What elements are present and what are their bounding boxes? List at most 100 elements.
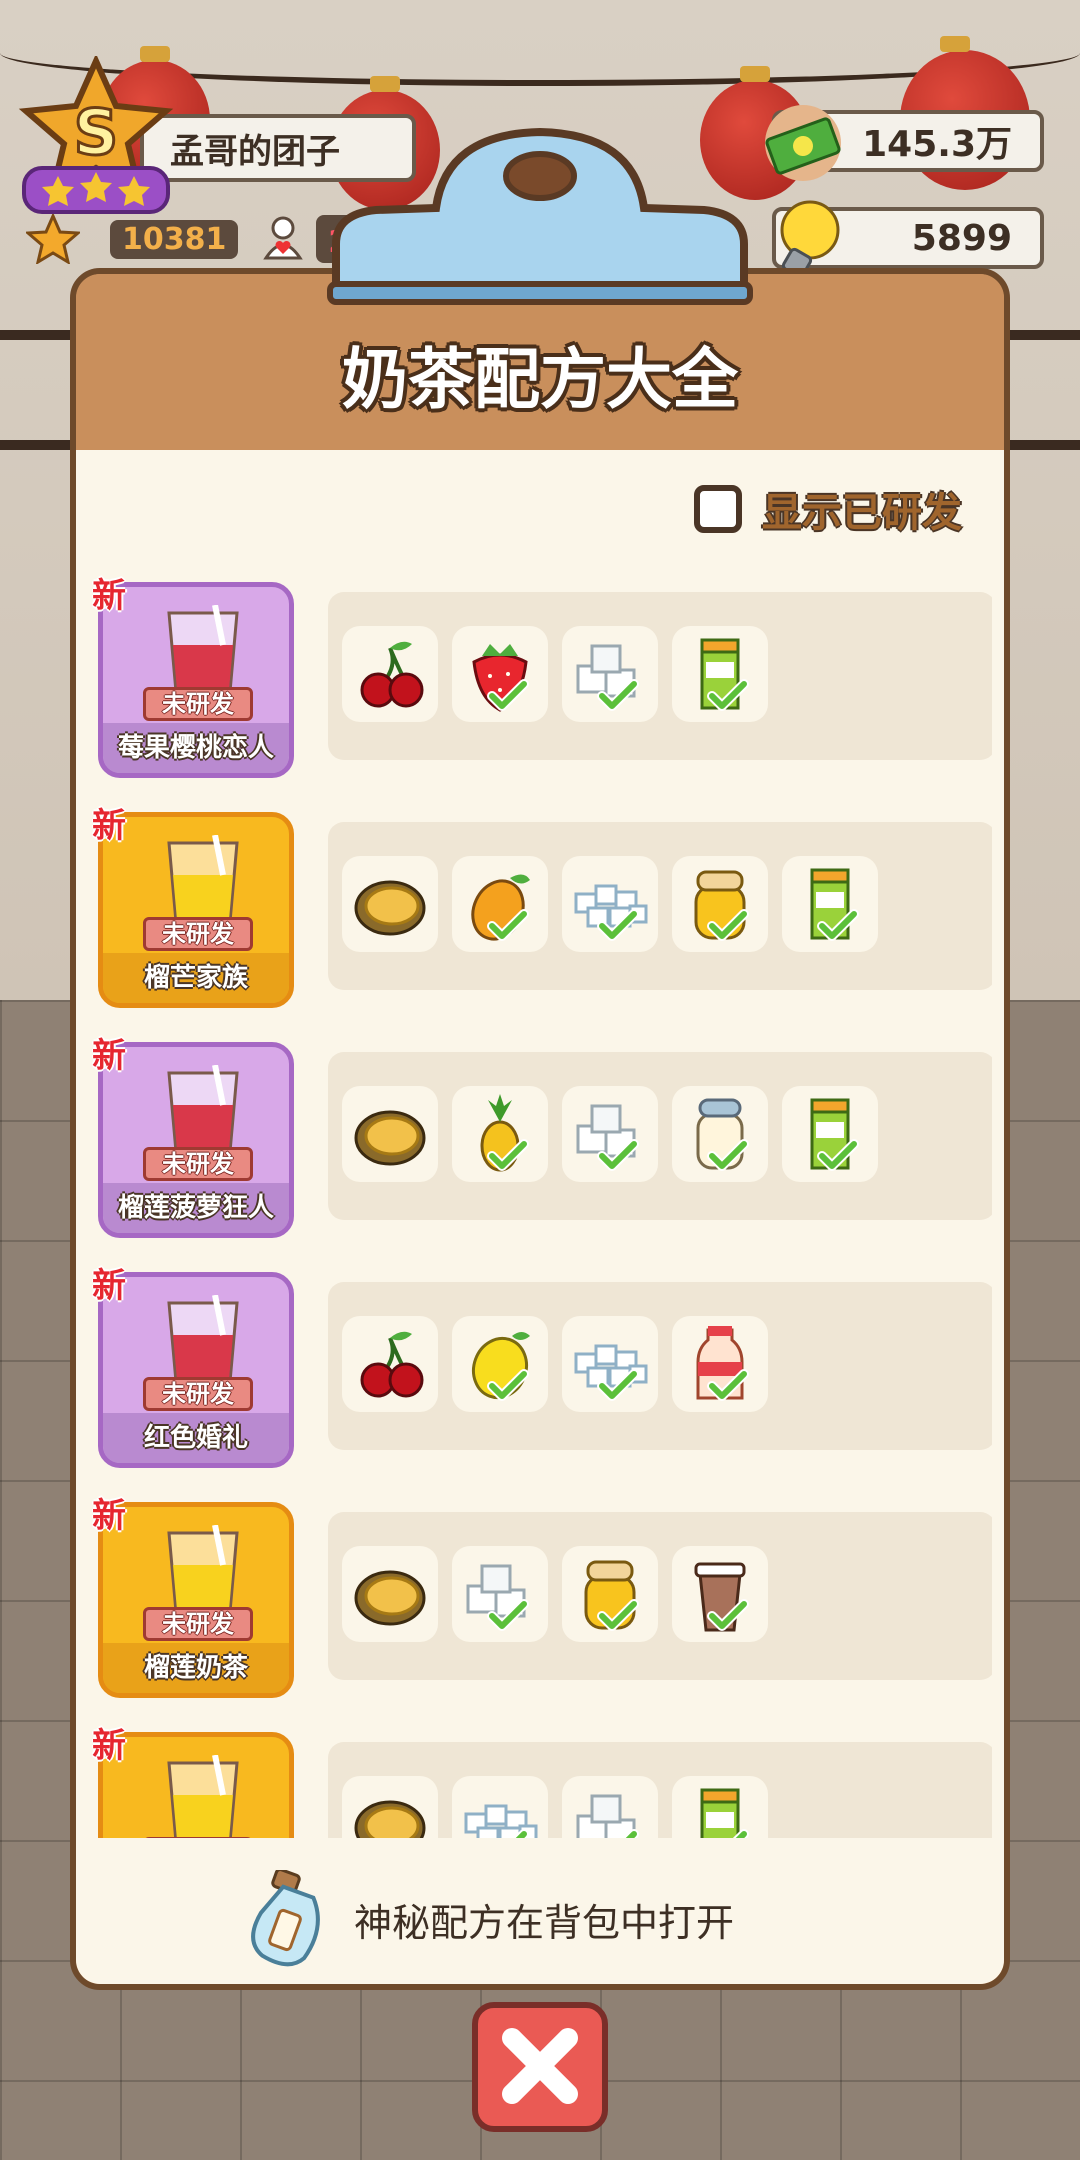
durian-icon — [354, 1110, 426, 1166]
ingredient-slot[interactable] — [452, 856, 548, 952]
ingredient-slot[interactable] — [562, 1086, 658, 1182]
ingredient-slot[interactable] — [342, 1316, 438, 1412]
drink-card[interactable]: 未研发 — [98, 1732, 294, 1838]
ingredient-track — [328, 1742, 992, 1838]
recipe-row[interactable]: 未研发 榴芒家族新 — [92, 798, 992, 1008]
recipe-row[interactable]: 未研发 新 — [92, 1718, 992, 1838]
ingredient-slot[interactable] — [452, 1546, 548, 1642]
drink-name: 榴芒家族 — [103, 953, 289, 1003]
ingredient-slot[interactable] — [342, 1086, 438, 1182]
drink-card[interactable]: 未研发 莓果樱桃恋人 — [98, 582, 294, 778]
sugar-cubes-icon — [576, 1794, 639, 1838]
juice-box-icon — [810, 1098, 859, 1171]
sugar-cubes-icon — [576, 644, 639, 711]
research-status-badge: 未研发 — [143, 1377, 253, 1411]
panel-body: 显示已研发 未研发 莓果樱桃恋人新未研发 榴芒家族新未研发 榴莲菠萝狂人新未研发 红色婚… — [76, 450, 1004, 1984]
honey-jar-icon — [584, 1560, 639, 1631]
recipe-row[interactable]: 未研发 榴莲奶茶新 — [92, 1488, 992, 1698]
show-researched-label: 显示已研发 — [762, 490, 962, 536]
drink-card[interactable]: 未研发 榴芒家族 — [98, 812, 294, 1008]
new-tag: 新 — [92, 1036, 126, 1076]
new-tag: 新 — [92, 1726, 126, 1766]
recipe-row[interactable]: 未研发 莓果樱桃恋人新 — [92, 568, 992, 778]
honey-jar-icon — [694, 870, 749, 941]
ingredient-slot[interactable] — [342, 856, 438, 952]
ingredient-slot[interactable] — [672, 856, 768, 952]
ingredient-slot[interactable] — [672, 1776, 768, 1838]
recipe-row[interactable]: 未研发 榴莲菠萝狂人新 — [92, 1028, 992, 1238]
cash-icon — [765, 105, 841, 181]
fan-icon — [263, 216, 304, 260]
ingredient-slot[interactable] — [452, 1086, 548, 1182]
footer-note-text: 神秘配方在背包中打开 — [354, 1901, 735, 1945]
cherry-icon — [360, 641, 424, 708]
pineapple-icon — [480, 1094, 529, 1172]
ingredient-slot[interactable] — [562, 626, 658, 722]
crushed-ice-icon — [574, 1344, 648, 1401]
ingredient-slot[interactable] — [452, 626, 548, 722]
ingredient-slot[interactable] — [562, 1546, 658, 1642]
ingredient-track — [328, 1282, 992, 1450]
new-tag: 新 — [92, 1496, 126, 1536]
cherry-icon — [360, 1331, 424, 1398]
show-researched-checkbox[interactable] — [694, 485, 742, 533]
recipe-list[interactable]: 未研发 莓果樱桃恋人新未研发 榴芒家族新未研发 榴莲菠萝狂人新未研发 红色婚礼新未研发榴… — [92, 568, 992, 1838]
sugar-cubes-icon — [466, 1564, 529, 1631]
drink-card[interactable]: 未研发 榴莲奶茶 — [98, 1502, 294, 1698]
ingredient-slot[interactable] — [342, 1776, 438, 1838]
rank-letter: S — [74, 96, 119, 169]
drink-name: 榴莲菠萝狂人 — [103, 1183, 289, 1233]
juice-box-icon — [700, 638, 749, 711]
ingredient-track — [328, 1512, 992, 1680]
ingredient-slot[interactable] — [672, 1086, 768, 1182]
drink-name: 红色婚礼 — [103, 1413, 289, 1463]
new-tag: 新 — [92, 1266, 126, 1306]
milk-jar-icon — [696, 1098, 749, 1171]
ingredient-slot[interactable] — [452, 1776, 548, 1838]
ingredient-track — [328, 822, 992, 990]
recipe-panel: 奶茶配方大全 显示已研发 未研发 莓果樱桃恋人新未研发 榴芒家族新未研发 榴莲菠萝狂人… — [70, 268, 1010, 1990]
star-icon — [26, 214, 80, 264]
ingredient-slot[interactable] — [562, 856, 658, 952]
research-status-badge: 未研发 — [143, 1607, 253, 1641]
show-researched-toggle[interactable]: 显示已研发 — [694, 480, 962, 538]
lemon-icon — [472, 1332, 530, 1401]
research-status-badge: 未研发 — [143, 1837, 253, 1838]
juice-box-icon — [810, 868, 859, 941]
ingredient-slot[interactable] — [562, 1776, 658, 1838]
ingredient-slot[interactable] — [342, 1546, 438, 1642]
crushed-ice-icon — [464, 1804, 538, 1838]
close-button[interactable] — [472, 2002, 608, 2132]
ingredient-slot[interactable] — [782, 1086, 878, 1182]
recipe-row[interactable]: 未研发 红色婚礼新 — [92, 1258, 992, 1468]
drink-name: 莓果樱桃恋人 — [103, 723, 289, 773]
research-status-badge: 未研发 — [143, 687, 253, 721]
durian-icon — [354, 1570, 426, 1626]
ingredient-track — [328, 1052, 992, 1220]
coffee-cup-icon — [694, 1562, 749, 1632]
drink-card[interactable]: 未研发 榴莲菠萝狂人 — [98, 1042, 294, 1238]
new-tag: 新 — [92, 576, 126, 616]
ingredient-track — [328, 592, 992, 760]
drink-cup-icon — [167, 1755, 239, 1838]
ingredient-slot[interactable] — [672, 626, 768, 722]
mango-icon — [471, 874, 530, 941]
star-count: 10381 — [110, 219, 239, 259]
ingredient-slot[interactable] — [452, 1316, 548, 1412]
juice-box-icon — [700, 1788, 749, 1838]
sugar-cubes-icon — [576, 1104, 639, 1171]
drink-name: 榴莲奶茶 — [103, 1643, 289, 1693]
rank-badge-icon[interactable]: S — [16, 56, 176, 226]
panel-title: 奶茶配方大全 — [342, 341, 738, 418]
ingredient-slot[interactable] — [782, 856, 878, 952]
drink-card[interactable]: 未研发 红色婚礼 — [98, 1272, 294, 1468]
ingredient-slot[interactable] — [672, 1316, 768, 1412]
new-tag: 新 — [92, 806, 126, 846]
durian-icon — [354, 880, 426, 936]
ingredient-slot[interactable] — [672, 1546, 768, 1642]
crushed-ice-icon — [574, 884, 648, 941]
footer-note: 神秘配方在背包中打开 — [76, 1860, 1004, 1970]
clipboard-clip-icon — [327, 127, 753, 305]
ingredient-slot[interactable] — [342, 626, 438, 722]
ingredient-slot[interactable] — [562, 1316, 658, 1412]
